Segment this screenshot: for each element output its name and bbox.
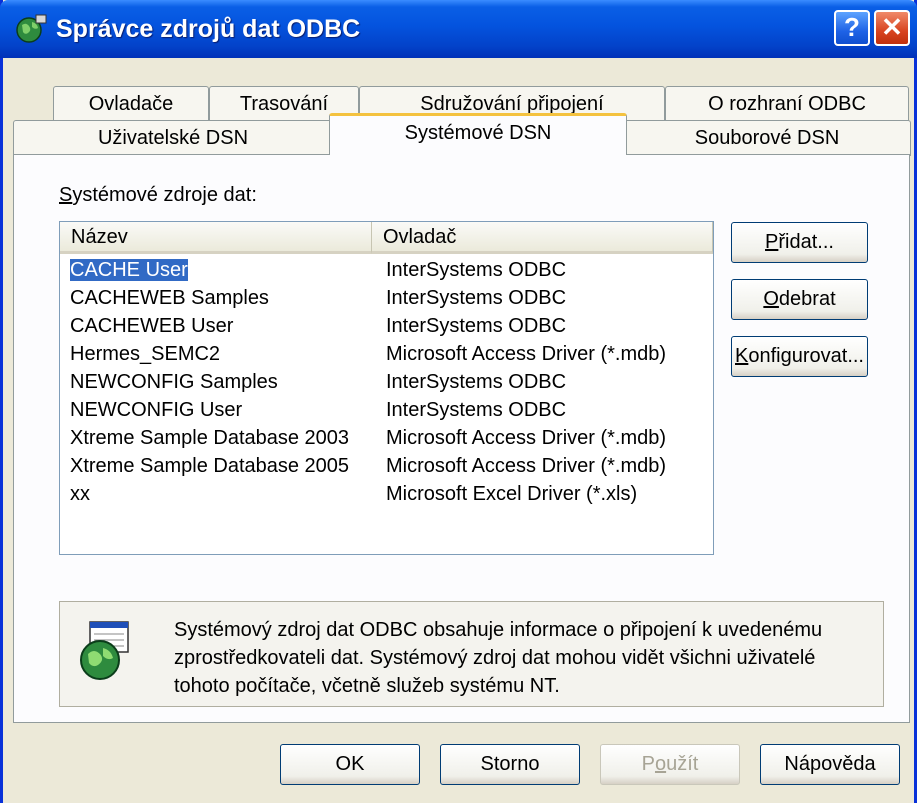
tab-system-dsn[interactable]: Systémové DSN [329,113,627,155]
list-row[interactable]: NEWCONFIG User InterSystems ODBC [60,396,713,424]
dsn-name: CACHEWEB User [70,315,234,337]
apply-button[interactable]: Použít [600,744,740,785]
info-panel: Systémový zdroj dat ODBC obsahuje inform… [59,601,884,707]
dsn-name: NEWCONFIG User [70,399,243,421]
list-row[interactable]: Xtreme Sample Database 2003 Microsoft Ac… [60,424,713,452]
help-title-button[interactable]: ? [834,10,870,46]
dsn-driver: InterSystems ODBC [386,315,567,337]
dsn-name: Hermes_SEMC2 [70,343,221,365]
dsn-driver: Microsoft Access Driver (*.mdb) [386,455,667,477]
data-source-list[interactable]: Název Ovladač CACHE User InterSystems OD… [59,221,714,555]
column-header-driver[interactable]: Ovladač [372,222,713,254]
configure-button[interactable]: Konfigurovat... [731,336,868,377]
dsn-driver: Microsoft Excel Driver (*.xls) [386,483,638,505]
title-bar[interactable]: Správce zdrojů dat ODBC ? ✕ [0,0,917,58]
cancel-button[interactable]: Storno [440,744,580,785]
list-row[interactable]: Xtreme Sample Database 2005 Microsoft Ac… [60,452,713,480]
list-row[interactable]: NEWCONFIG Samples InterSystems ODBC [60,368,713,396]
close-button[interactable]: ✕ [874,10,910,46]
tab-file-dsn[interactable]: Souborové DSN [623,120,911,156]
dsn-driver: Microsoft Access Driver (*.mdb) [386,427,667,449]
odbc-dialog-window: Správce zdrojů dat ODBC ? ✕ Ovladače Tra… [0,0,917,803]
dsn-name: NEWCONFIG Samples [70,371,278,393]
help-button[interactable]: Nápověda [760,744,900,785]
dsn-name: Xtreme Sample Database 2005 [70,455,350,477]
odbc-globe-icon [16,14,47,43]
system-data-sources-label: Systémové zdroje dat: [59,184,257,206]
list-row[interactable]: CACHE User InterSystems ODBC [60,256,713,284]
dsn-name: CACHEWEB Samples [70,287,269,309]
dsn-driver: Microsoft Access Driver (*.mdb) [386,343,667,365]
dsn-driver: InterSystems ODBC [386,287,567,309]
ok-button[interactable]: OK [280,744,420,785]
add-button[interactable]: Přidat... [731,222,868,263]
dsn-driver: InterSystems ODBC [386,259,567,281]
dsn-name: CACHE User [69,258,189,282]
info-description: Systémový zdroj dat ODBC obsahuje inform… [174,619,823,697]
dsn-driver: InterSystems ODBC [386,399,567,421]
list-row[interactable]: xx Microsoft Excel Driver (*.xls) [60,480,713,508]
list-row[interactable]: CACHEWEB User InterSystems ODBC [60,312,713,340]
odbc-datasource-icon [80,621,129,680]
tab-drivers[interactable]: Ovladače [53,86,209,122]
remove-button[interactable]: Odebrat [731,279,868,320]
dsn-driver: InterSystems ODBC [386,371,567,393]
tab-about[interactable]: O rozhraní ODBC [665,86,909,122]
tab-user-dsn[interactable]: Uživatelské DSN [13,120,333,156]
list-row[interactable]: CACHEWEB Samples InterSystems ODBC [60,284,713,312]
dsn-name: Xtreme Sample Database 2003 [70,427,350,449]
dsn-name: xx [70,483,90,505]
column-header-name[interactable]: Název [60,222,372,254]
window-title: Správce zdrojů dat ODBC [56,15,361,43]
list-row[interactable]: Hermes_SEMC2 Microsoft Access Driver (*.… [60,340,713,368]
